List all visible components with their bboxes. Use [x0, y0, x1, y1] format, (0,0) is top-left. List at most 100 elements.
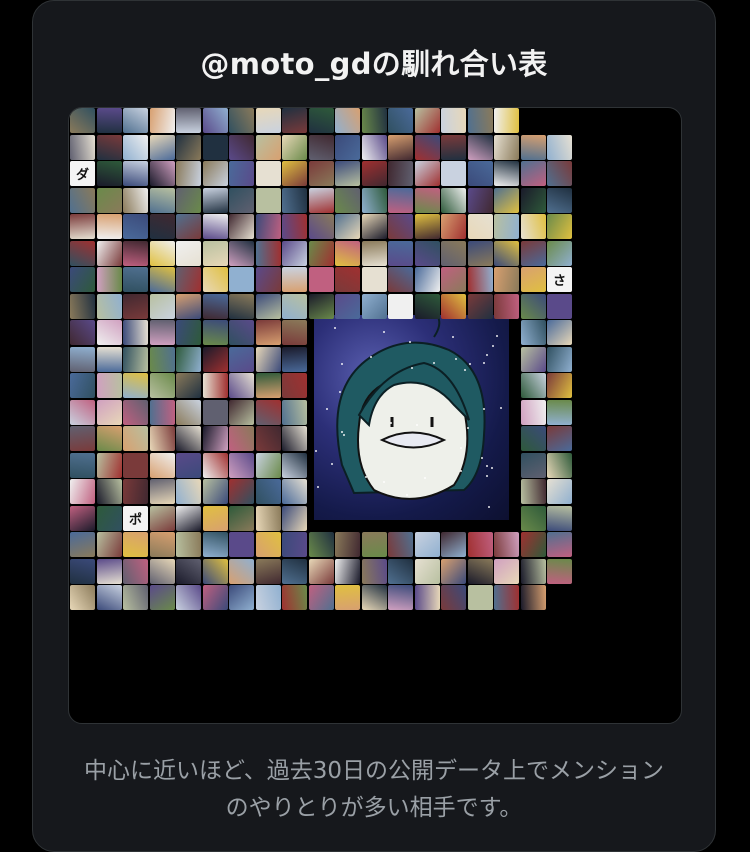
avatar-tile[interactable] [70, 532, 95, 557]
avatar-tile[interactable] [70, 320, 95, 345]
avatar-tile[interactable] [96, 558, 122, 584]
avatar-tile[interactable] [282, 187, 307, 213]
avatar-tile[interactable] [202, 161, 228, 186]
avatar-tile[interactable] [202, 505, 228, 531]
avatar-tile[interactable] [70, 214, 95, 239]
avatar-tile[interactable] [176, 134, 201, 160]
avatar-tile[interactable] [414, 134, 440, 160]
avatar-tile[interactable] [149, 426, 175, 451]
avatar-tile[interactable] [229, 426, 254, 451]
avatar-tile[interactable] [176, 240, 201, 266]
avatar-tile[interactable] [255, 479, 281, 504]
avatar-tile[interactable] [282, 373, 307, 398]
avatar-tile[interactable] [494, 532, 519, 557]
avatar-tile[interactable] [149, 505, 175, 531]
avatar-tile[interactable] [520, 320, 546, 345]
avatar-tile[interactable] [123, 134, 148, 160]
avatar-tile[interactable] [176, 267, 201, 292]
avatar-tile[interactable] [520, 399, 546, 425]
avatar-tile[interactable] [176, 187, 201, 213]
avatar-tile[interactable] [123, 426, 148, 451]
avatar-tile[interactable] [282, 240, 307, 266]
avatar-tile[interactable]: ポ [123, 505, 148, 531]
avatar-tile[interactable] [149, 214, 175, 239]
avatar-tile[interactable] [255, 108, 281, 133]
avatar-tile[interactable] [467, 558, 493, 584]
avatar-tile[interactable] [70, 293, 95, 319]
avatar-tile[interactable] [441, 161, 466, 186]
avatar-tile[interactable] [149, 479, 175, 504]
avatar-tile[interactable] [520, 293, 546, 319]
avatar-tile[interactable] [414, 293, 440, 319]
avatar-tile[interactable] [547, 373, 572, 398]
avatar-tile[interactable] [123, 214, 148, 239]
avatar-tile[interactable] [414, 187, 440, 213]
avatar-tile[interactable] [149, 320, 175, 345]
avatar-tile[interactable] [149, 293, 175, 319]
avatar-tile[interactable] [123, 108, 148, 133]
avatar-tile[interactable] [441, 532, 466, 557]
avatar-tile[interactable] [335, 187, 360, 213]
avatar-tile[interactable] [96, 505, 122, 531]
avatar-tile[interactable] [361, 134, 387, 160]
avatar-tile[interactable] [70, 558, 95, 584]
avatar-tile[interactable] [176, 320, 201, 345]
avatar-tile[interactable] [520, 214, 546, 239]
avatar-tile[interactable] [70, 267, 95, 292]
avatar-tile[interactable] [123, 452, 148, 478]
avatar-tile[interactable] [176, 161, 201, 186]
avatar-tile[interactable] [202, 479, 228, 504]
avatar-tile[interactable] [308, 214, 334, 239]
avatar-tile[interactable] [229, 134, 254, 160]
avatar-tile[interactable] [96, 346, 122, 372]
center-avatar[interactable] [314, 315, 509, 520]
avatar-tile[interactable] [70, 452, 95, 478]
avatar-tile[interactable]: さ [547, 267, 572, 292]
avatar-tile[interactable] [520, 426, 546, 451]
avatar-tile[interactable] [96, 134, 122, 160]
avatar-tile[interactable] [255, 293, 281, 319]
avatar-tile[interactable] [388, 108, 413, 133]
avatar-tile[interactable] [70, 187, 95, 213]
avatar-tile[interactable] [202, 452, 228, 478]
avatar-tile[interactable] [149, 558, 175, 584]
avatar-tile[interactable] [494, 240, 519, 266]
avatar-tile[interactable] [547, 187, 572, 213]
avatar-tile[interactable] [70, 134, 95, 160]
avatar-tile[interactable] [414, 108, 440, 133]
avatar-tile[interactable] [520, 187, 546, 213]
avatar-tile[interactable] [547, 161, 572, 186]
avatar-tile[interactable] [547, 320, 572, 345]
avatar-tile[interactable] [202, 187, 228, 213]
avatar-tile[interactable] [123, 558, 148, 584]
avatar-tile[interactable] [308, 240, 334, 266]
avatar-tile[interactable] [308, 293, 334, 319]
avatar-tile[interactable] [282, 214, 307, 239]
avatar-tile[interactable] [520, 373, 546, 398]
avatar-tile[interactable] [123, 187, 148, 213]
avatar-tile[interactable] [335, 108, 360, 133]
avatar-tile[interactable] [494, 134, 519, 160]
avatar-tile[interactable] [308, 585, 334, 610]
avatar-tile[interactable] [547, 214, 572, 239]
avatar-tile[interactable] [282, 134, 307, 160]
avatar-tile[interactable] [123, 320, 148, 345]
avatar-tile[interactable] [282, 426, 307, 451]
avatar-tile[interactable] [202, 585, 228, 610]
avatar-tile[interactable] [282, 452, 307, 478]
avatar-tile[interactable] [96, 161, 122, 186]
avatar-tile[interactable] [176, 585, 201, 610]
avatar-tile[interactable] [388, 293, 413, 319]
avatar-tile[interactable] [547, 134, 572, 160]
avatar-tile[interactable] [282, 532, 307, 557]
avatar-tile[interactable] [467, 585, 493, 610]
avatar-tile[interactable] [123, 240, 148, 266]
avatar-tile[interactable] [308, 532, 334, 557]
avatar-tile[interactable] [308, 161, 334, 186]
avatar-tile[interactable] [255, 214, 281, 239]
avatar-tile[interactable] [229, 108, 254, 133]
avatar-tile[interactable]: ダ [70, 161, 95, 186]
avatar-tile[interactable] [176, 505, 201, 531]
avatar-tile[interactable] [335, 558, 360, 584]
avatar-tile[interactable] [335, 240, 360, 266]
